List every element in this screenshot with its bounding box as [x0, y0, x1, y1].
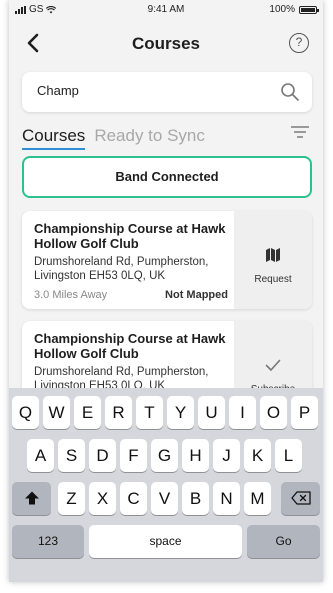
key-p[interactable]: P	[291, 396, 318, 429]
filter-icon[interactable]	[291, 126, 309, 140]
request-button[interactable]: Request	[234, 211, 312, 309]
key-r[interactable]: R	[105, 396, 132, 429]
search-input[interactable]: Champ	[37, 83, 79, 98]
key-e[interactable]: E	[74, 396, 101, 429]
band-connected-banner[interactable]: Band Connected	[22, 156, 312, 198]
key-m[interactable]: M	[244, 482, 271, 515]
key-b[interactable]: B	[182, 482, 209, 515]
key-k[interactable]: K	[244, 439, 271, 472]
keyboard-row-2: A S D F G H J K L	[9, 439, 323, 475]
search-bar[interactable]: Champ	[22, 72, 312, 112]
request-label: Request	[254, 274, 292, 285]
key-l[interactable]: L	[275, 439, 302, 472]
shift-key[interactable]	[12, 482, 51, 515]
page-title: Courses	[131, 34, 201, 53]
mapped-status: Not Mapped	[165, 289, 228, 301]
status-bar: GS 9:41 AM 100%	[9, 0, 323, 20]
go-key[interactable]: Go	[247, 525, 320, 558]
key-o[interactable]: O	[260, 396, 287, 429]
key-d[interactable]: D	[89, 439, 116, 472]
course-distance: 3.0 Miles Away	[34, 289, 108, 301]
backspace-key[interactable]	[281, 482, 320, 515]
key-h[interactable]: H	[182, 439, 209, 472]
key-i[interactable]: I	[229, 396, 256, 429]
key-g[interactable]: G	[151, 439, 178, 472]
tab-bar: Courses Ready to Sync	[22, 124, 205, 150]
key-q[interactable]: Q	[12, 396, 39, 429]
course-card[interactable]: Championship Course at Hawk Hollow Golf …	[22, 211, 312, 309]
battery-icon	[299, 5, 319, 14]
course-info: Championship Course at Hawk Hollow Golf …	[22, 211, 234, 309]
tab-courses[interactable]: Courses	[22, 126, 86, 150]
keyboard: Q W E R T Y U I O P A S D F G H J K L Z …	[9, 388, 323, 582]
battery-percent: 100%	[269, 4, 295, 15]
key-n[interactable]: N	[213, 482, 240, 515]
key-y[interactable]: Y	[167, 396, 194, 429]
key-f[interactable]: F	[120, 439, 147, 472]
key-t[interactable]: T	[136, 396, 163, 429]
battery-group: 100%	[269, 4, 319, 15]
keyboard-row-4: 123 space Go	[9, 525, 323, 561]
key-j[interactable]: J	[213, 439, 240, 472]
backspace-icon	[290, 491, 311, 505]
map-icon	[266, 248, 280, 262]
key-c[interactable]: C	[120, 482, 147, 515]
key-a[interactable]: A	[27, 439, 54, 472]
keyboard-row-3: Z X C V B N M	[9, 482, 323, 518]
key-u[interactable]: U	[198, 396, 225, 429]
key-s[interactable]: S	[58, 439, 85, 472]
numbers-key[interactable]: 123	[12, 525, 84, 558]
nav-bar: Courses ?	[9, 24, 323, 64]
course-name: Championship Course at Hawk Hollow Golf …	[34, 221, 226, 251]
key-v[interactable]: V	[151, 482, 178, 515]
shift-icon	[24, 491, 39, 505]
key-w[interactable]: W	[43, 396, 70, 429]
key-x[interactable]: X	[89, 482, 116, 515]
key-z[interactable]: Z	[58, 482, 85, 515]
search-icon[interactable]	[280, 82, 300, 102]
course-address: Drumshoreland Rd, Pumpherston, Livingsto…	[34, 256, 209, 282]
space-key[interactable]: space	[89, 525, 242, 558]
phone-screen: GS 9:41 AM 100% Courses ? Champ Courses	[9, 0, 323, 582]
keyboard-row-1: Q W E R T Y U I O P	[9, 396, 323, 432]
help-icon[interactable]: ?	[289, 33, 309, 53]
tab-ready-to-sync[interactable]: Ready to Sync	[94, 126, 205, 150]
course-name: Championship Course at Hawk Hollow Golf …	[34, 331, 226, 361]
course-meta: 3.0 Miles Away Not Mapped	[34, 289, 228, 301]
checkmark-icon	[265, 359, 281, 371]
